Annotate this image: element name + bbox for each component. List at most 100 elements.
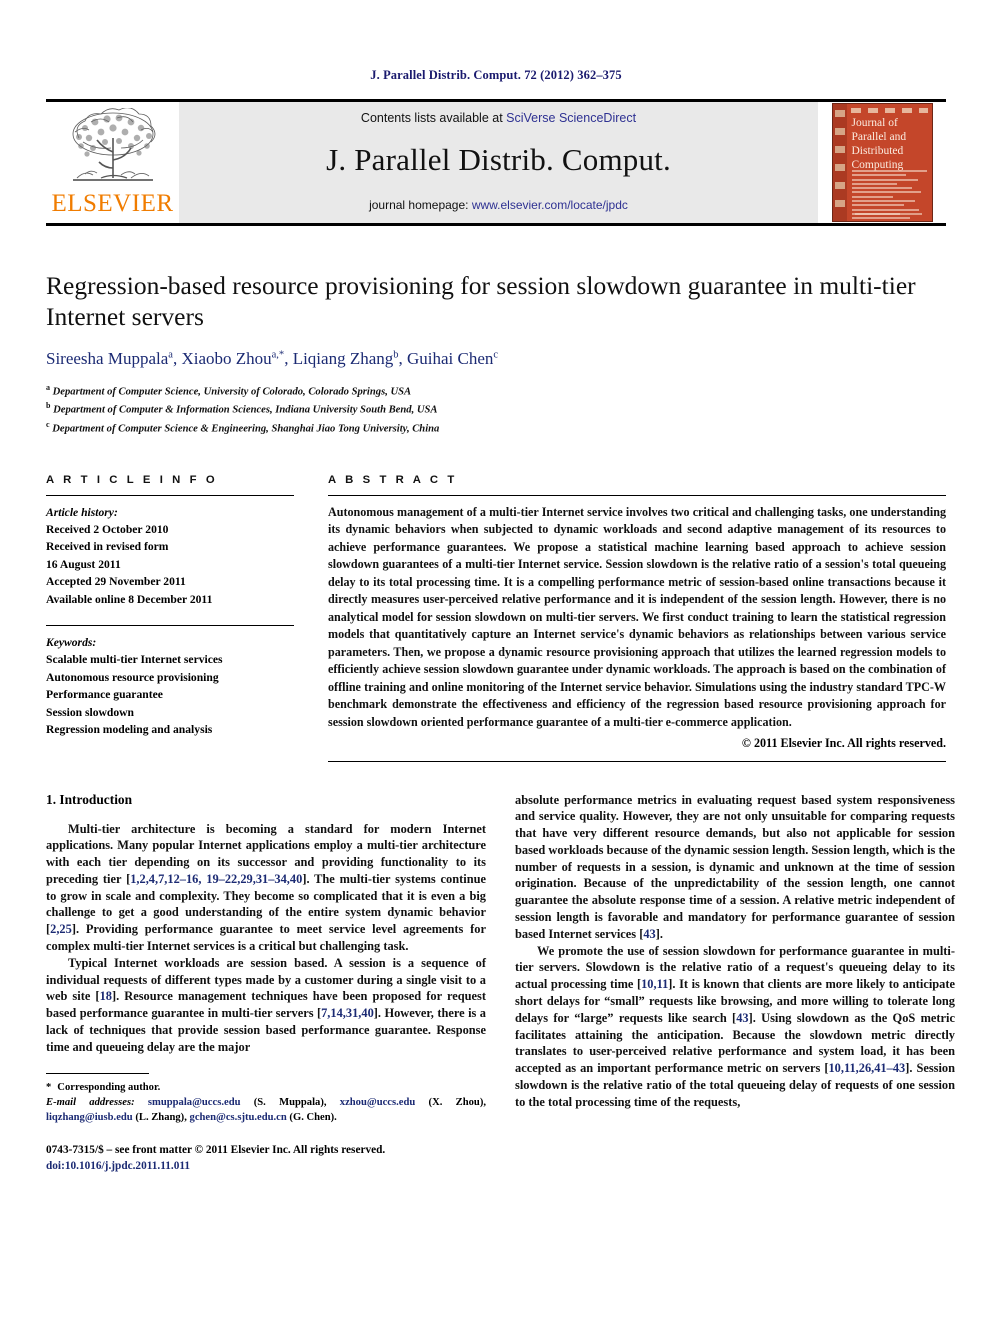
abstract-rule: [328, 494, 946, 496]
article-info-rule: [46, 494, 294, 496]
affiliation-marker: a: [46, 382, 50, 392]
author-affiliation-marker: a,*: [271, 349, 285, 361]
journal-cover-cell: Journal of Parallel and Distributed Comp…: [818, 102, 946, 223]
author-list: Sireesha Muppalaa, Xiaobo Zhoua,*, Liqia…: [46, 348, 499, 368]
email-link[interactable]: liqzhang@iusb.edu: [46, 1112, 133, 1123]
keywords-rule: [46, 624, 294, 626]
email-addresses-note: E-mail addresses: smuppala@uccs.edu (S. …: [46, 1095, 486, 1126]
email-addresses-label: E-mail addresses:: [46, 1097, 135, 1109]
imprint-block: 0743-7315/$ – see front matter © 2011 El…: [46, 1142, 486, 1175]
author-name: Sireesha Muppala: [46, 348, 169, 368]
journal-title: J. Parallel Distrib. Comput.: [326, 142, 671, 177]
abstract-copyright: © 2011 Elsevier Inc. All rights reserved…: [741, 735, 946, 750]
cover-spine-mark: [834, 110, 845, 117]
citation-link[interactable]: 10,11,26,41–43: [828, 1061, 905, 1075]
article-info-column: A R T I C L E I N F O Article history: R…: [46, 474, 294, 762]
elsevier-wordmark: ELSEVIER: [51, 190, 174, 217]
affiliation-list: a Department of Computer Science, Univer…: [46, 382, 946, 438]
abstract-text: Autonomous management of a multi-tier In…: [328, 504, 946, 729]
affiliation-marker: c: [46, 419, 50, 429]
article-page: J. Parallel Distrib. Comput. 72 (2012) 3…: [0, 0, 992, 1323]
title-block: Regression-based resource provisioning f…: [46, 226, 946, 438]
author-affiliation-marker: a: [168, 349, 173, 361]
affiliation: c Department of Computer Science & Engin…: [46, 419, 440, 435]
body-column-left: 1. Introduction Multi-tier architecture …: [46, 792, 486, 1175]
elsevier-logo: ELSEVIER: [46, 102, 179, 223]
affiliation: a Department of Computer Science, Univer…: [46, 382, 412, 398]
citation-link[interactable]: 18: [100, 989, 112, 1003]
issn-line: 0743-7315/$ – see front matter © 2011 El…: [46, 1143, 386, 1156]
abstract-column: A B S T R A C T Autonomous management of…: [328, 474, 946, 762]
article-info-heading: A R T I C L E I N F O: [46, 473, 218, 486]
article-history-item: 16 August 2011: [46, 557, 121, 571]
right-column-paragraphs: absolute performance metrics in evaluati…: [515, 792, 955, 1111]
article-history-item: Available online 8 December 2011: [46, 592, 213, 606]
corresponding-author-star: *: [46, 1081, 52, 1093]
journal-cover-image: Journal of Parallel and Distributed Comp…: [831, 103, 933, 222]
journal-homepage-link[interactable]: www.elsevier.com/locate/jpdc: [472, 198, 628, 212]
footnote-block: * Corresponding author. E-mail addresses:…: [46, 1072, 486, 1175]
author-name: Guihai Chen: [407, 348, 494, 368]
email-link[interactable]: xzhou@uccs.edu: [340, 1097, 416, 1108]
corresponding-author-text: Corresponding author.: [57, 1081, 161, 1093]
homepage-prefix: journal homepage:: [369, 198, 472, 212]
citation-link[interactable]: 1,2,4,7,12–16, 19–22,29,31–34,40: [130, 872, 302, 886]
contents-list-line: Contents lists available at SciVerse Sci…: [361, 111, 636, 125]
keywords-list: Scalable multi-tier Internet services Aut…: [46, 651, 294, 738]
running-head: J. Parallel Distrib. Comput. 72 (2012) 3…: [370, 68, 622, 82]
keyword-item: Session slowdown: [46, 705, 134, 719]
body-column-right: absolute performance metrics in evaluati…: [515, 792, 955, 1175]
author-affiliation-marker: b: [393, 349, 399, 361]
article-history-item: Received in revised form: [46, 540, 169, 554]
left-column-paragraphs: Multi-tier architecture is becoming a st…: [46, 821, 486, 1056]
footnote-rule: [46, 1072, 149, 1074]
journal-masthead: ELSEVIER Contents lists available at Sci…: [46, 99, 946, 226]
cover-spine-mark: [834, 200, 845, 207]
body-paragraph: Typical Internet workloads are session b…: [46, 955, 486, 1054]
keyword-item: Regression modeling and analysis: [46, 722, 213, 736]
abstract-heading: A B S T R A C T: [328, 473, 458, 486]
sciencedirect-link[interactable]: SciVerse ScienceDirect: [506, 111, 636, 125]
article-history-label: Article history:: [46, 505, 118, 519]
page-title: Regression-based resource provisioning f…: [46, 271, 916, 332]
body-paragraph: Multi-tier architecture is becoming a st…: [46, 821, 486, 954]
cover-footer-line: [854, 213, 922, 215]
elsevier-tree-icon: [72, 108, 155, 181]
contents-prefix: Contents lists available at: [360, 111, 507, 125]
corresponding-author-note: * Corresponding author.: [46, 1080, 486, 1095]
journal-banner: Contents lists available at SciVerse Sci…: [179, 102, 818, 223]
article-history-list: Received 2 October 2010 Received in revis…: [46, 521, 294, 608]
doi-line[interactable]: doi:10.1016/j.jpdc.2011.11.011: [46, 1158, 486, 1174]
email-link[interactable]: smuppala@uccs.edu: [148, 1097, 241, 1108]
journal-homepage-line: journal homepage: www.elsevier.com/locat…: [369, 198, 628, 212]
article-history-item: Accepted 29 November 2011: [46, 575, 186, 589]
citation-link[interactable]: 7,14,31,40: [321, 1006, 374, 1020]
cover-spine-mark: [834, 164, 845, 171]
keywords-label: Keywords:: [46, 635, 97, 649]
citation-link[interactable]: 43: [736, 1011, 748, 1025]
cover-title: Journal of Parallel and Distributed Comp…: [851, 117, 907, 172]
cover-header-bar: [850, 108, 928, 113]
body-paragraph: We promote the use of session slowdown f…: [515, 943, 956, 1109]
body-paragraph: absolute performance metrics in evaluati…: [515, 792, 955, 941]
author-name: Liqiang Zhang: [292, 348, 394, 368]
info-abstract-row: A R T I C L E I N F O Article history: R…: [46, 474, 946, 762]
citation-link[interactable]: 2,25: [50, 922, 72, 936]
author-name: Xiaobo Zhou: [181, 348, 272, 368]
section-heading-introduction: 1. Introduction: [46, 791, 133, 807]
body-columns: 1. Introduction Multi-tier architecture …: [46, 792, 955, 1175]
citation-link[interactable]: 43: [643, 927, 655, 941]
cover-spine-mark: [834, 128, 845, 135]
keyword-item: Performance guarantee: [46, 688, 163, 702]
abstract-bottom-rule: [328, 760, 946, 762]
keyword-item: Autonomous resource provisioning: [46, 670, 219, 684]
affiliation: b Department of Computer & Information S…: [46, 401, 438, 416]
citation-link[interactable]: 10,11: [641, 977, 668, 991]
author-affiliation-marker: c: [493, 349, 499, 361]
cover-spine-mark: [834, 146, 845, 153]
keyword-item: Scalable multi-tier Internet services: [46, 653, 223, 667]
article-history-item: Received 2 October 2010: [46, 522, 169, 536]
email-link[interactable]: gchen@cs.sjtu.edu.cn: [190, 1112, 287, 1123]
cover-spine-mark: [834, 182, 845, 189]
affiliation-marker: b: [46, 401, 51, 411]
